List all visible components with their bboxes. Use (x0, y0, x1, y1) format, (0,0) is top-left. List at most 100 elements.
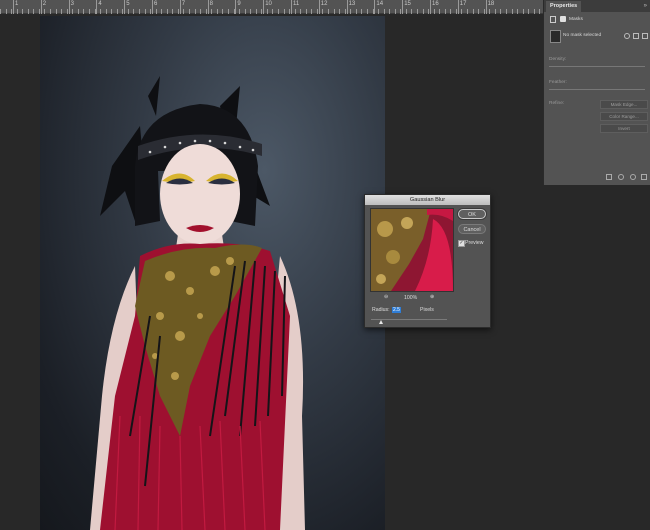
ruler-tick (66, 0, 68, 14)
ruler-number: 15 (404, 1, 411, 7)
ruler-major-tick: 18 (485, 0, 494, 14)
ruler-tick (83, 0, 85, 14)
refine-label: Refine: (549, 101, 565, 106)
ruler-tick (227, 0, 229, 14)
ruler-tick (478, 0, 480, 14)
color-range-button[interactable]: Color Range... (600, 112, 648, 121)
gaussian-blur-dialog: Gaussian Blur ⊖ 100% ⊕ OK Cancel ✓ Previ… (364, 194, 491, 328)
ruler-tick (144, 0, 146, 14)
feather-slider[interactable] (549, 89, 645, 90)
blur-preview[interactable] (370, 208, 454, 292)
ruler-number: 16 (432, 1, 439, 7)
ruler-major-tick: 11 (291, 0, 299, 14)
portrait-photo[interactable] (40, 16, 385, 530)
ruler-number: 11 (293, 1, 300, 7)
ruler-tick (289, 0, 291, 14)
ruler-tick (472, 0, 474, 14)
ruler-tick (94, 0, 96, 14)
ruler-tick (417, 0, 418, 14)
ruler-tick (467, 0, 469, 14)
ruler-number: 18 (487, 1, 495, 7)
ruler-tick (250, 0, 252, 14)
ruler-tick (33, 0, 35, 14)
ruler-tick (38, 0, 40, 14)
ruler-tick (233, 0, 235, 14)
ok-button[interactable]: OK (458, 209, 486, 219)
mask-edge-button[interactable]: Mask Edge... (600, 100, 648, 109)
mask-status: No mask selected (563, 33, 602, 38)
ruler-major-tick: 7 (179, 0, 185, 14)
trash-icon[interactable] (641, 174, 647, 180)
radius-input[interactable]: 2.5 (392, 307, 401, 313)
ruler-tick (428, 0, 430, 14)
vector-mask-icon[interactable] (560, 16, 566, 22)
ruler-tick (444, 0, 446, 14)
ruler-tick (50, 0, 52, 14)
ruler-number: 13 (348, 1, 356, 7)
ruler-tick (494, 0, 496, 14)
radius-unit: Pixels (420, 307, 434, 313)
ruler-number: 7 (181, 1, 186, 7)
ruler-major-tick: 16 (430, 0, 439, 14)
ruler-major-tick: 12 (318, 0, 327, 14)
apply-mask-icon[interactable] (633, 33, 639, 39)
mask-apply-icon[interactable] (618, 174, 624, 180)
ruler-tick (177, 0, 179, 14)
ruler-major-tick: 13 (346, 0, 355, 14)
ruler-number: 9 (237, 1, 241, 7)
ruler-major-tick: 17 (457, 0, 466, 14)
dialog-title[interactable]: Gaussian Blur (365, 195, 490, 205)
ruler-tick (5, 0, 7, 14)
panel-footer (544, 173, 650, 181)
visibility-icon[interactable] (630, 174, 636, 180)
ruler-tick (283, 0, 285, 14)
invert-button[interactable]: Invert (600, 124, 648, 133)
ruler-tick (300, 0, 302, 14)
zoom-out-icon[interactable]: ⊖ (384, 294, 388, 300)
ruler-tick (111, 0, 113, 14)
density-label: Density: (549, 57, 567, 62)
cancel-button[interactable]: Cancel (458, 224, 486, 234)
ruler-tick (244, 0, 246, 14)
ruler-tick (88, 0, 90, 14)
ruler-major-tick: 9 (235, 0, 241, 14)
radius-slider-handle[interactable] (379, 320, 383, 324)
ruler-number: 4 (98, 1, 102, 7)
ruler-tick (517, 0, 519, 14)
zoom-in-icon[interactable]: ⊕ (430, 294, 434, 300)
ruler-tick (0, 0, 1, 14)
ruler-tick (172, 0, 174, 14)
ruler-tick (161, 0, 163, 14)
ruler-tick (133, 0, 135, 14)
delete-mask-icon[interactable] (642, 33, 648, 39)
ruler-tick (166, 0, 168, 14)
density-slider[interactable] (549, 66, 645, 67)
preview-checkbox[interactable]: ✓ (458, 240, 465, 247)
ruler-major-tick: 14 (374, 0, 383, 14)
ruler-tick (450, 0, 452, 14)
ruler-tick (11, 0, 13, 14)
ruler-tick (411, 0, 413, 14)
ruler-tick (77, 0, 79, 14)
tab-properties[interactable]: Properties (546, 1, 582, 12)
ruler-major-tick: 3 (68, 0, 74, 14)
ruler-major-tick: 15 (402, 0, 411, 14)
ruler-tick (150, 0, 152, 14)
ruler-tick (189, 0, 191, 14)
load-selection-icon[interactable] (624, 33, 630, 39)
mask-thumbnail (550, 30, 561, 43)
selection-icon[interactable] (606, 174, 612, 180)
ruler-tick (455, 0, 457, 14)
ruler-tick (55, 0, 57, 14)
pixel-mask-icon[interactable] (550, 16, 556, 23)
ruler-tick (366, 0, 368, 14)
feather-label: Feather: (549, 80, 567, 85)
preview-artwork (371, 209, 453, 291)
ruler-tick (355, 0, 357, 14)
ruler-tick (222, 0, 224, 14)
collapse-panel-icon[interactable]: » (644, 1, 647, 11)
ruler-number: 8 (209, 1, 213, 7)
ruler-tick (533, 0, 535, 14)
ruler-tick (22, 0, 24, 14)
ruler-tick (528, 0, 530, 14)
